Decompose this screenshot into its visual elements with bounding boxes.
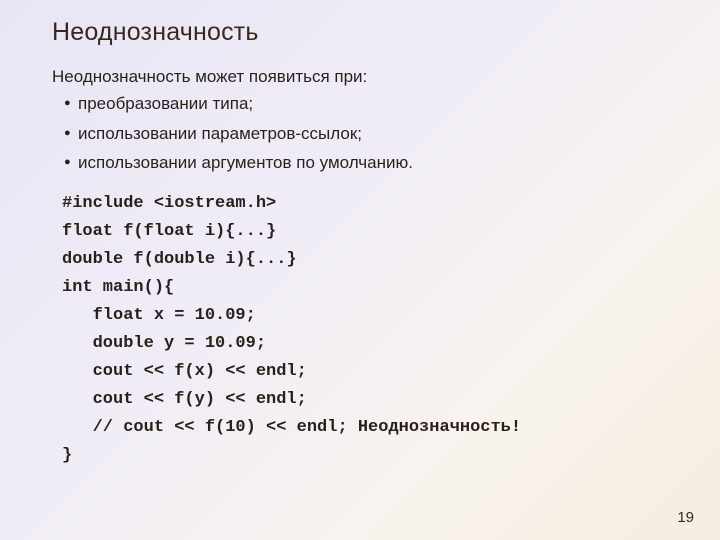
bullet-item: использовании аргументов по умолчанию. <box>78 150 720 176</box>
page-number: 19 <box>677 509 694 526</box>
bullet-list: преобразовании типа; использовании парам… <box>52 91 720 176</box>
intro-text: Неоднозначность может появиться при: <box>52 67 720 87</box>
bullet-item: использовании параметров-ссылок; <box>78 121 720 147</box>
code-line: double y = 10.09; <box>62 334 266 353</box>
code-line: cout << f(y) << endl; <box>62 390 307 409</box>
code-line: #include <iostream.h> <box>62 194 276 213</box>
code-line: double f(double i){...} <box>62 250 297 269</box>
code-line: } <box>62 446 72 465</box>
code-line: float x = 10.09; <box>62 306 256 325</box>
slide-title: Неоднозначность <box>52 18 720 47</box>
bullet-item: преобразовании типа; <box>78 91 720 117</box>
code-block: #include <iostream.h> float f(float i){.… <box>62 190 720 470</box>
code-line: float f(float i){...} <box>62 222 276 241</box>
code-line: cout << f(x) << endl; <box>62 362 307 381</box>
code-line: // cout << f(10) << endl; Неоднозначност… <box>62 418 521 437</box>
code-line: int main(){ <box>62 278 174 297</box>
slide: Неоднозначность Неоднозначность может по… <box>0 0 720 540</box>
